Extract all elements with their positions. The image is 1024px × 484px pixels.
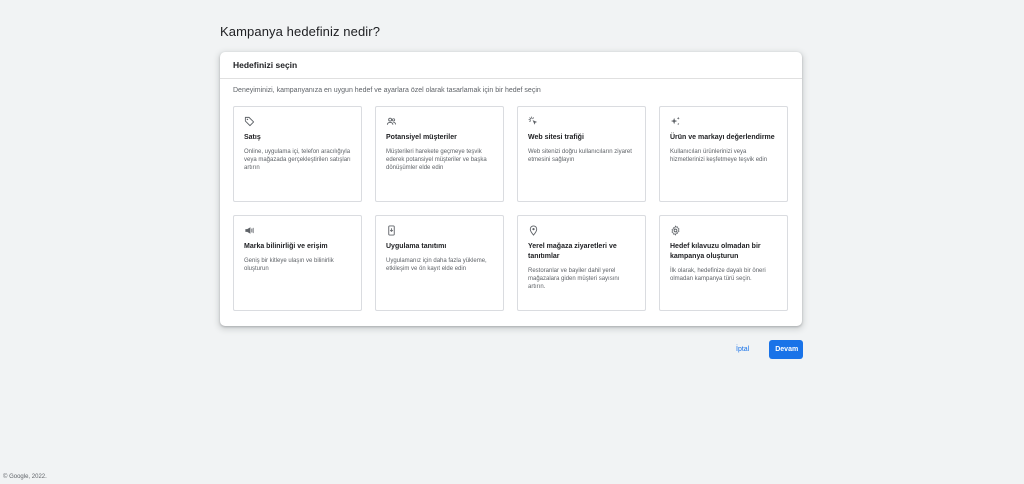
tag-icon: [244, 116, 255, 127]
cursor-click-icon: [528, 116, 539, 127]
goal-card-product-consideration[interactable]: Ürün ve markayı değerlendirme Kullanıcıl…: [659, 106, 788, 202]
sparkle-icon: [670, 116, 681, 127]
continue-button[interactable]: Devam: [769, 340, 804, 359]
goal-description: Online, uygulama içi, telefon aracılığıy…: [244, 149, 351, 171]
goal-card-no-goal[interactable]: Hedef kılavuzu olmadan bir kampanya oluş…: [659, 215, 788, 311]
people-icon: [386, 116, 397, 127]
goal-description: Kullanıcıları ürünlerinizi veya hizmetle…: [670, 149, 768, 163]
goal-card-sales[interactable]: Satış Online, uygulama içi, telefon arac…: [233, 106, 362, 202]
goal-grid: Satış Online, uygulama içi, telefon arac…: [233, 106, 788, 311]
copyright-footer: © Google, 2022.: [3, 474, 47, 480]
goal-title: Uygulama tanıtımı: [386, 243, 447, 250]
goal-title: Marka bilinirliği ve erişim: [244, 243, 328, 250]
goal-title: Yerel mağaza ziyaretleri ve tanıtımlar: [528, 243, 617, 260]
goal-card-app-promotion[interactable]: Uygulama tanıtımı Uygulamanız için daha …: [375, 215, 504, 311]
goal-card-brand-awareness[interactable]: Marka bilinirliği ve erişim Geniş bir ki…: [233, 215, 362, 311]
goal-description: Restoranlar ve bayiler dahil yerel mağaz…: [528, 268, 620, 290]
gear-icon: [670, 225, 681, 236]
goal-title: Satış: [244, 134, 261, 141]
goal-description: İlk olarak, hedefinize dayalı bir öneri …: [670, 268, 766, 282]
goal-card-leads[interactable]: Potansiyel müşteriler Müşterileri hareke…: [375, 106, 504, 202]
goal-selection-panel: Hedefinizi seçin Deneyiminizi, kampanyan…: [220, 52, 802, 326]
location-pin-icon: [528, 225, 539, 236]
goal-title: Ürün ve markayı değerlendirme: [670, 134, 775, 141]
goal-title: Potansiyel müşteriler: [386, 134, 457, 141]
panel-header: Hedefinizi seçin: [220, 52, 802, 79]
goal-card-local-store-visits[interactable]: Yerel mağaza ziyaretleri ve tanıtımlar R…: [517, 215, 646, 311]
goal-description: Uygulamanız için daha fazla yükleme, etk…: [386, 258, 487, 272]
action-bar: İptal Devam: [730, 340, 804, 359]
cancel-button[interactable]: İptal: [730, 342, 755, 357]
page-title: Kampanya hedefiniz nedir?: [220, 24, 381, 39]
phone-download-icon: [386, 225, 397, 236]
panel-description: Deneyiminizi, kampanyanıza en uygun hede…: [233, 87, 541, 94]
megaphone-icon: [244, 225, 255, 236]
goal-description: Web sitenizi doğru kullanıcıların ziyare…: [528, 149, 632, 163]
goal-description: Geniş bir kitleye ulaşın ve bilinirlik o…: [244, 258, 334, 272]
goal-description: Müşterileri harekete geçmeye teşvik eder…: [386, 149, 487, 171]
goal-title: Web sitesi trafiği: [528, 134, 584, 141]
goal-card-website-traffic[interactable]: Web sitesi trafiği Web sitenizi doğru ku…: [517, 106, 646, 202]
goal-title: Hedef kılavuzu olmadan bir kampanya oluş…: [670, 243, 761, 260]
